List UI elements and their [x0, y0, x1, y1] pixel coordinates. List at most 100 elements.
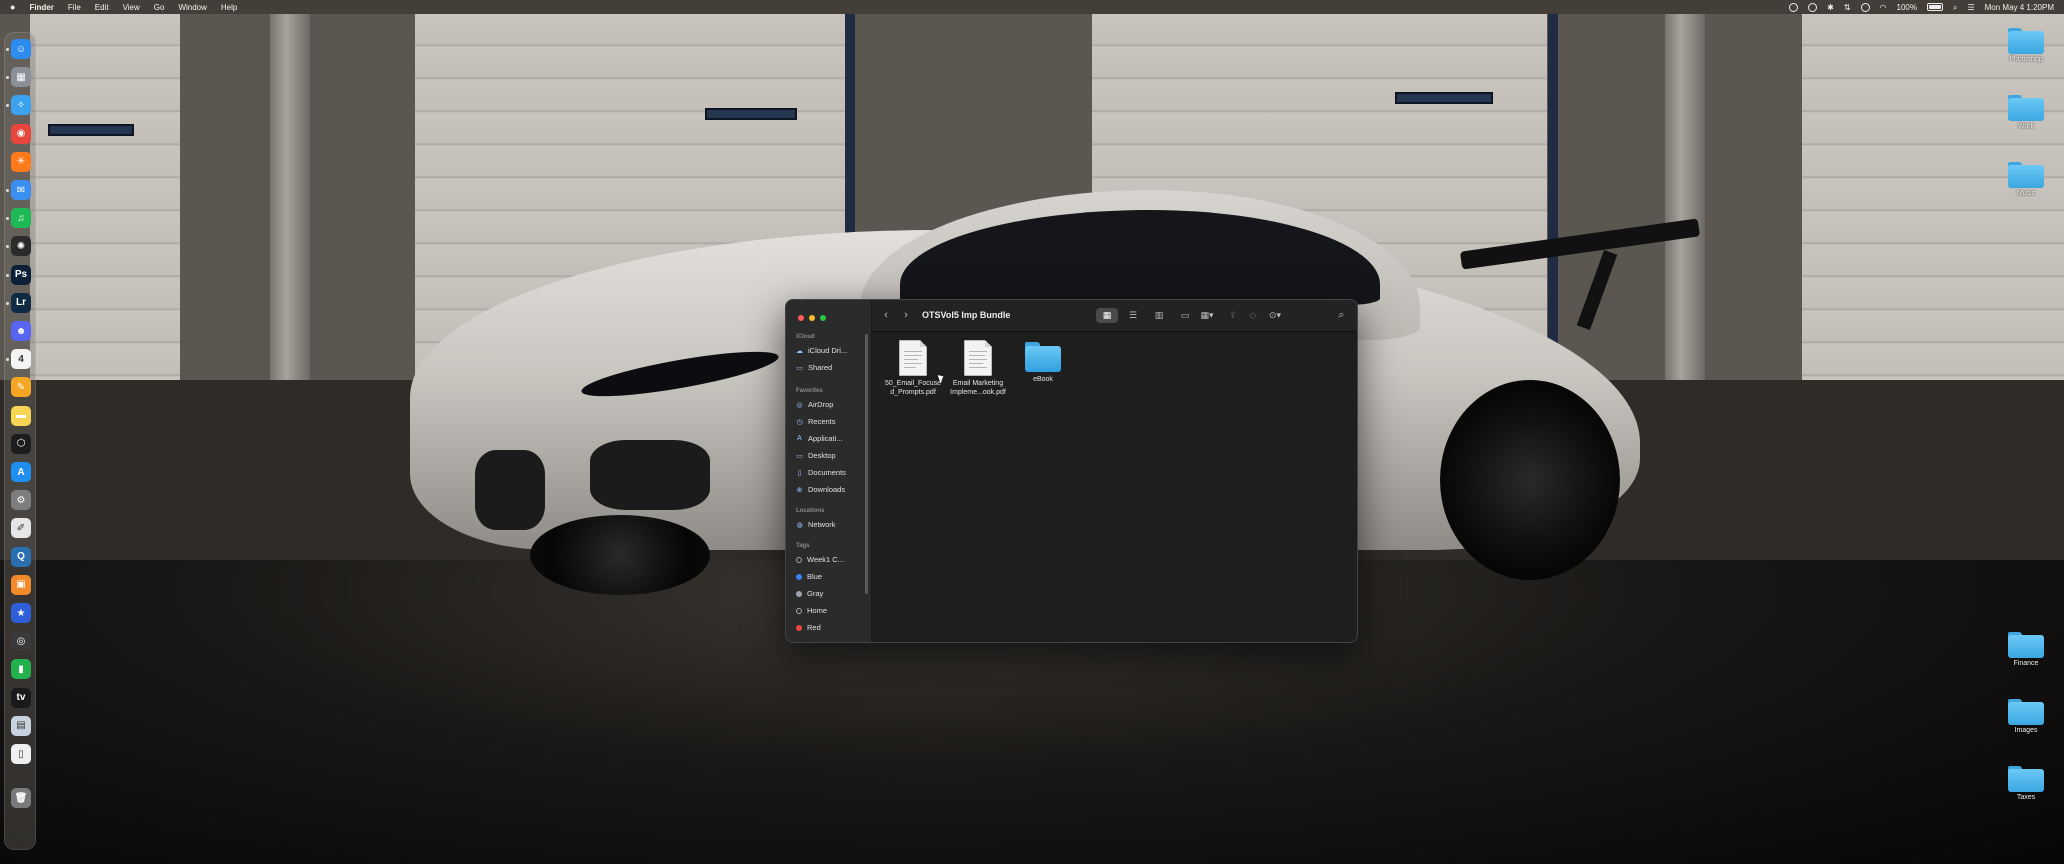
dock-spotify-icon[interactable]: ♫ — [11, 208, 31, 229]
dock-safari-tech-icon[interactable]: ◎ — [11, 631, 31, 652]
forward-chevron-icon[interactable]: › — [900, 309, 912, 321]
dock-trash-icon[interactable]: 🗑 — [11, 788, 31, 809]
dock-safari-icon[interactable]: ✧ — [11, 95, 31, 116]
group-by-button[interactable]: ▦▾ — [1196, 308, 1218, 323]
column-view-button[interactable]: ▥ — [1148, 308, 1170, 323]
sidebar-item-documents[interactable]: ▯ Documents — [795, 466, 865, 479]
bluetooth-icon[interactable]: ✱ — [1827, 3, 1834, 12]
record-status-icon[interactable] — [1789, 2, 1799, 12]
dock-app-store-icon[interactable]: A — [11, 462, 31, 482]
dock-calendar-icon[interactable]: 4 — [11, 349, 31, 370]
dock-pages-icon[interactable]: ✎ — [11, 377, 31, 398]
sidebar-item-airdrop[interactable]: ◎ AirDrop — [795, 398, 865, 411]
close-button[interactable] — [798, 315, 804, 321]
control-icon[interactable] — [1860, 2, 1870, 12]
menu-window[interactable]: Window — [178, 3, 206, 12]
dock-chrome-icon[interactable]: ◉ — [11, 123, 31, 144]
dock-quicktime-icon[interactable]: Q — [11, 546, 31, 567]
garage-door-window — [1395, 92, 1493, 104]
menu-help[interactable]: Help — [221, 3, 237, 12]
tag-icon[interactable]: ◇ — [1242, 308, 1264, 323]
list-view-button[interactable]: ☰ — [1122, 308, 1144, 323]
status-tray: ✱ ⇅ ◠ 100% ⌕ ☰ Mon May 4 1:20PM — [1789, 2, 2054, 12]
dock-notes-icon[interactable]: ▬ — [11, 405, 31, 426]
dock-reeder-icon[interactable]: ★ — [11, 603, 31, 623]
sidebar-tag-gray[interactable]: Gray — [795, 587, 865, 600]
sidebar-tag-red[interactable]: Red — [795, 621, 865, 634]
menu-clock[interactable]: Mon May 4 1:20PM — [1985, 3, 2054, 12]
dock-textedit-icon[interactable]: ✐ — [11, 518, 31, 539]
car-grille — [475, 450, 545, 530]
dock-discord-icon[interactable]: ☻ — [11, 321, 31, 341]
apple-menu-icon[interactable]: ● — [10, 2, 15, 12]
wifi-icon[interactable]: ◠ — [1880, 3, 1887, 12]
search-icon[interactable]: ⌕ — [1334, 308, 1349, 323]
dock-mail-icon[interactable]: ✉ — [11, 180, 31, 200]
desktop-folder-music[interactable]: Music — [1996, 162, 2056, 197]
gallery-view-button[interactable]: ▭ — [1174, 308, 1196, 323]
sidebar-item-downloads[interactable]: ⊕ Downloads — [795, 483, 865, 496]
dock-finder-icon[interactable]: ☺ — [11, 39, 31, 59]
menu-go[interactable]: Go — [154, 3, 165, 12]
sidebar-tag-week1[interactable]: Week1 C... — [795, 553, 865, 566]
menu-app-name[interactable]: Finder — [29, 3, 53, 12]
more-actions-button[interactable]: ⊙▾ — [1264, 308, 1286, 323]
dock: ☺ ▦ ✧ ◉ ☀ ✉ ♫ ✺ Ps Lr ☻ 4 ✎ ▬ ⬡ A ⚙ ✐ Q ▣ ★ ◎ ▮ tv ▤ ▯ 🗑 — [4, 32, 36, 850]
minimize-button[interactable] — [809, 315, 815, 321]
desktop-folder-taxes[interactable]: Taxes — [1996, 766, 2056, 801]
tag-dot-icon — [796, 624, 802, 631]
chatgpt-status-icon[interactable] — [1808, 2, 1818, 12]
dock-document-icon[interactable]: ▯ — [11, 744, 31, 764]
battery-icon[interactable] — [1926, 3, 1943, 11]
dock-photoshop-icon[interactable]: Ps — [11, 264, 31, 285]
back-chevron-icon[interactable]: ‹ — [880, 309, 892, 321]
icon-view-button[interactable]: ▦ — [1096, 308, 1118, 323]
sidebar-scrollbar[interactable] — [865, 334, 868, 594]
desktop-folder-photoshop[interactable]: Photoshop — [1996, 28, 2056, 63]
dock-launchpad-icon[interactable]: ▦ — [11, 67, 31, 88]
sidebar-tag-blue[interactable]: Blue — [795, 570, 865, 583]
network-icon: ◍ — [796, 521, 803, 529]
menu-view[interactable]: View — [123, 3, 140, 12]
sidebar-item-icloud-drive[interactable]: ☁ iCloud Dri... — [795, 344, 865, 357]
sidebar-item-shared[interactable]: ▭ Shared — [795, 361, 865, 374]
finder-content: 50_Email_Focuse d_Prompts.pdf Email Mark… — [872, 332, 1357, 642]
share-icon[interactable]: ⇪ — [1222, 308, 1244, 323]
sidebar-item-recents[interactable]: ◷ Recents — [795, 415, 865, 428]
sidebar-item-desktop[interactable]: ▭ Desktop — [795, 449, 865, 462]
sidebar-item-network[interactable]: ◍ Network — [795, 518, 865, 531]
folder-label: Finance — [2013, 660, 2039, 667]
dock-box-app-icon[interactable]: ▣ — [11, 574, 31, 595]
dock-system-settings-icon[interactable]: ⚙ — [11, 490, 31, 511]
menu-edit[interactable]: Edit — [95, 3, 109, 12]
dock-numbers-icon[interactable]: ▮ — [11, 659, 31, 680]
folder-label: Photoshop — [2009, 56, 2043, 63]
sidebar-item-label: Desktop — [808, 451, 836, 460]
folder-icon — [2008, 28, 2044, 54]
sidebar-tag-home[interactable]: Home — [795, 604, 865, 617]
desktop-folder-work[interactable]: Work — [1996, 95, 2056, 130]
file-item[interactable]: Email Marketing Impleme...ook.pdf — [943, 340, 1013, 397]
sidebar-header-icloud: iCloud — [796, 334, 815, 340]
sidebar-item-applications[interactable]: A Applicati... — [795, 432, 865, 445]
file-item[interactable]: 50_Email_Focuse d_Prompts.pdf — [878, 340, 948, 397]
desktop-icon: ▭ — [796, 452, 803, 460]
desktop-folder-finance[interactable]: Finance — [1996, 632, 2056, 667]
sidebar-item-label: Recents — [808, 417, 836, 426]
car-wheel-rear — [1440, 380, 1620, 580]
folder-icon — [2008, 766, 2044, 792]
folder-icon — [2008, 95, 2044, 121]
dock-openai-icon[interactable]: ⬡ — [11, 433, 31, 454]
folder-item[interactable]: eBook — [1008, 340, 1078, 385]
dock-lightroom-icon[interactable]: Lr — [11, 292, 31, 313]
dock-apple-tv-icon[interactable]: tv — [11, 687, 31, 708]
zoom-button[interactable] — [820, 315, 826, 321]
dock-preview-icon[interactable]: ▤ — [11, 715, 31, 736]
control-center-icon[interactable]: ☰ — [1967, 3, 1974, 12]
vpn-icon[interactable]: ⇅ — [1844, 3, 1851, 12]
dock-firefox-icon[interactable]: ☀ — [11, 151, 31, 172]
desktop-folder-images[interactable]: Images — [1996, 699, 2056, 734]
spotlight-search-icon[interactable]: ⌕ — [1953, 3, 1957, 12]
dock-chatgpt-icon[interactable]: ✺ — [11, 236, 31, 257]
menu-file[interactable]: File — [68, 3, 81, 12]
